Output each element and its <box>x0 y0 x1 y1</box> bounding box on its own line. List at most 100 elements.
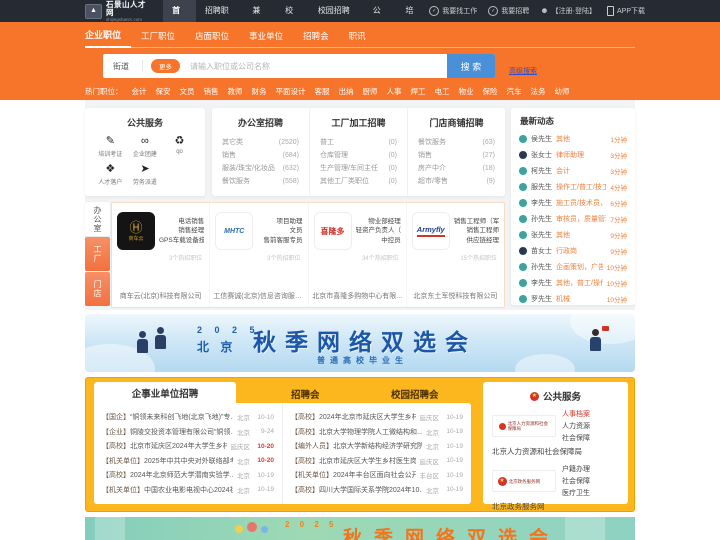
company-card[interactable]: MHTC 项目助理 文员 售前客服专员 3个热招职位 工信赛诚(北京)信息咨询服… <box>209 203 308 307</box>
bottom-job-fair-banner[interactable]: 2 0 2 5 秋季网络双选会 <box>85 517 635 540</box>
nav-item[interactable]: 兼职 <box>243 0 276 37</box>
hot-job-link[interactable]: 教师 <box>228 86 243 97</box>
nav-item[interactable]: 公招 <box>364 0 397 37</box>
listing-row[interactable]: 【高校】 北京市延庆区大学生乡村医生岗... 延庆区 10-19 <box>291 454 463 469</box>
gov-link[interactable]: 社会保障 <box>562 433 590 443</box>
listing-row[interactable]: 【高校】 北京市延庆区2024年大学生乡村... 延庆区 10-20 <box>102 439 274 454</box>
hot-job-link[interactable]: 出纳 <box>339 86 354 97</box>
listing-row[interactable]: 【高校】 北京大学物理学院人工微结构和... 北京 10-19 <box>291 425 463 440</box>
resume-row[interactable]: 李先生 其他，普工/操作... 10分钟 <box>511 275 635 291</box>
hot-job-link[interactable]: 销售 <box>204 86 219 97</box>
hot-job-link[interactable]: 财务 <box>252 86 267 97</box>
gov-portal-logo[interactable]: ★ 北京政务服务网 <box>492 470 556 492</box>
hot-job-link[interactable]: 焊工 <box>411 86 426 97</box>
app-download-link[interactable]: APP下载 <box>606 6 645 16</box>
find-job-link[interactable]: ✓ 我要找工作 <box>429 6 477 16</box>
listing-row[interactable]: 【高校】 四川大学国际关系学院2024年10... 北京 10-19 <box>291 483 463 498</box>
company-card[interactable]: 喜隆多 物业部经理 轻资产负责人（购 中控员 34个热招职位 北京市喜隆多购物中… <box>307 203 406 307</box>
nav-item[interactable]: 校园招聘会 <box>309 0 364 37</box>
category-link[interactable]: 其他工厂类职位 (0) <box>320 175 397 188</box>
search-button[interactable]: 搜 索 <box>447 54 495 78</box>
gov-portal-caption[interactable]: 北京政务服务网 <box>492 501 619 512</box>
service-item[interactable]: ♻ qo <box>162 135 197 158</box>
tab-campus-fair[interactable]: 校园招聘会 <box>391 387 439 401</box>
listing-row[interactable]: 【企业】 铜陵交投资本管理有限公司“铜领... 北京 9-24 <box>102 425 274 440</box>
category-link[interactable]: 销售 (684) <box>222 149 299 162</box>
hot-job-link[interactable]: 物业 <box>459 86 474 97</box>
category-link[interactable]: 服装/珠宝/化妆品 (632) <box>222 162 299 175</box>
hire-link[interactable]: ✓ 我要招聘 <box>488 6 529 16</box>
hot-job-link[interactable]: 人事 <box>387 86 402 97</box>
resume-row[interactable]: 张女士 律师助理 3分钟 <box>511 147 635 163</box>
search-tab[interactable]: 招聘会 <box>293 30 339 47</box>
resume-row[interactable]: 孙先生 企画策划，广告传... 10分钟 <box>511 259 635 275</box>
listing-row[interactable]: 【高校】 2024年北京市延庆区大学生乡村... 延庆区 10-19 <box>291 410 463 425</box>
site-logo[interactable]: ▲ 石景山人才网 shijingshanrc.com <box>85 0 151 22</box>
company-type-tab[interactable]: 办公室 <box>85 202 110 236</box>
hot-job-link[interactable]: 平面设计 <box>276 86 306 97</box>
hot-job-link[interactable]: 厨师 <box>363 86 378 97</box>
listing-row[interactable]: 【高校】 2024年北京师范大学潜南实验学... 北京 10-19 <box>102 468 274 483</box>
gov-link[interactable]: 医疗卫生 <box>562 488 590 498</box>
hot-job-link[interactable]: 幼师 <box>555 86 570 97</box>
hot-job-link[interactable]: 电工 <box>435 86 450 97</box>
hot-job-link[interactable]: 法务 <box>531 86 546 97</box>
search-tab[interactable]: 职讯 <box>339 30 376 47</box>
listing-row[interactable]: 【机关单位】 中国农业电影电视中心2024社会... 北京 10-19 <box>102 483 274 498</box>
category-link[interactable]: 房产中介 (18) <box>418 162 495 175</box>
listing-row[interactable]: 【编外人员】 北京大学新结构经济学研究院202... 北京 10-19 <box>291 439 463 454</box>
company-type-tab[interactable]: 门店 <box>85 272 110 306</box>
category-link[interactable]: 超市/零售 (9) <box>418 175 495 188</box>
search-tab[interactable]: 工厂职位 <box>131 30 185 47</box>
resume-row[interactable]: 孙先生 审核员，质量管理... 7分钟 <box>511 211 635 227</box>
tab-job-fair[interactable]: 招聘会 <box>291 387 320 401</box>
resume-row[interactable]: 苗女士 行政岗 9分钟 <box>511 243 635 259</box>
service-item[interactable]: ❖ 人才落户 <box>93 163 128 186</box>
category-link[interactable]: 仓库管理 (0) <box>320 149 397 162</box>
search-tab[interactable]: 企业职位 <box>85 28 132 48</box>
hot-job-link[interactable]: 文员 <box>180 86 195 97</box>
hot-job-link[interactable]: 保险 <box>483 86 498 97</box>
hr-bureau-caption[interactable]: 北京人力资源和社会保障局 <box>492 446 619 457</box>
listing-row[interactable]: 【机关单位】 2024年丰台区面向社会公开招录... 丰台区 10-19 <box>291 468 463 483</box>
resume-row[interactable]: 服先生 操作工/普工/技工... 4分钟 <box>511 179 635 195</box>
search-tab[interactable]: 店面职位 <box>185 30 239 47</box>
nav-item[interactable]: 培训 <box>396 0 429 37</box>
gov-link[interactable]: 人事档案 <box>562 409 590 419</box>
resume-row[interactable]: 柯先生 会计 3分钟 <box>511 163 635 179</box>
resume-row[interactable]: 张先生 其他 9分钟 <box>511 227 635 243</box>
category-link[interactable]: 生产管理/车间主任 (0) <box>320 162 397 175</box>
search-input[interactable] <box>188 60 447 72</box>
category-link[interactable]: 餐饮服务 (63) <box>418 136 495 149</box>
nav-item[interactable]: 招聘职位 <box>196 0 244 37</box>
category-link[interactable]: 销售 (27) <box>418 149 495 162</box>
category-link[interactable]: 其它类 (2520) <box>222 136 299 149</box>
category-link[interactable]: 餐饮服务 (558) <box>222 175 299 188</box>
search-tab[interactable]: 事业单位 <box>239 30 293 47</box>
company-type-tab[interactable]: 工厂 <box>85 237 110 271</box>
company-card[interactable]: Ⓗ 商车云 电话销售 销售经理 GPS车载设备技 3个热招职位 商车云(北京)科… <box>112 203 209 307</box>
hot-job-link[interactable]: 会计 <box>132 86 147 97</box>
tab-enterprise-recruit[interactable]: 企事业单位招聘 <box>94 382 236 403</box>
job-fair-banner[interactable]: 2 0 2 5 北 京 秋季网络双选会 普通高校毕业生 <box>85 314 635 372</box>
more-filters-button[interactable]: 更多 <box>151 59 180 73</box>
hot-job-link[interactable]: 汽车 <box>507 86 522 97</box>
listing-row[interactable]: 【国企】 “铜领未来科创飞地(北京飞地)”专... 北京 10-10 <box>102 410 274 425</box>
register-login-link[interactable]: ☻ 【注册·登陆】 <box>540 6 596 16</box>
district-dropdown[interactable]: 街道 <box>103 61 142 72</box>
hr-bureau-logo[interactable]: 北京人力资源和社会保障局 <box>492 415 556 437</box>
service-item[interactable]: ➤ 劳务派遣 <box>128 163 163 186</box>
advanced-search-link[interactable]: 高级搜索 <box>509 66 537 76</box>
service-item[interactable]: ∞ 企业团建 <box>128 135 163 158</box>
category-link[interactable]: 普工 (0) <box>320 136 397 149</box>
hot-job-link[interactable]: 客服 <box>315 86 330 97</box>
listing-row[interactable]: 【机关单位】 2025年中共中央对外联络部考试... 北京 10-20 <box>102 454 274 469</box>
service-item[interactable]: ✎ 培训考证 <box>93 135 128 158</box>
resume-row[interactable]: 李先生 施工员/技术员，... 6分钟 <box>511 195 635 211</box>
nav-item[interactable]: 首页 <box>163 0 196 37</box>
nav-item[interactable]: 校招 <box>276 0 309 37</box>
gov-link[interactable]: 人力资源 <box>562 421 590 431</box>
resume-row[interactable]: 罗先生 机械 10分钟 <box>511 291 635 305</box>
gov-link[interactable]: 户籍办理 <box>562 464 590 474</box>
gov-link[interactable]: 社会保障 <box>562 476 590 486</box>
